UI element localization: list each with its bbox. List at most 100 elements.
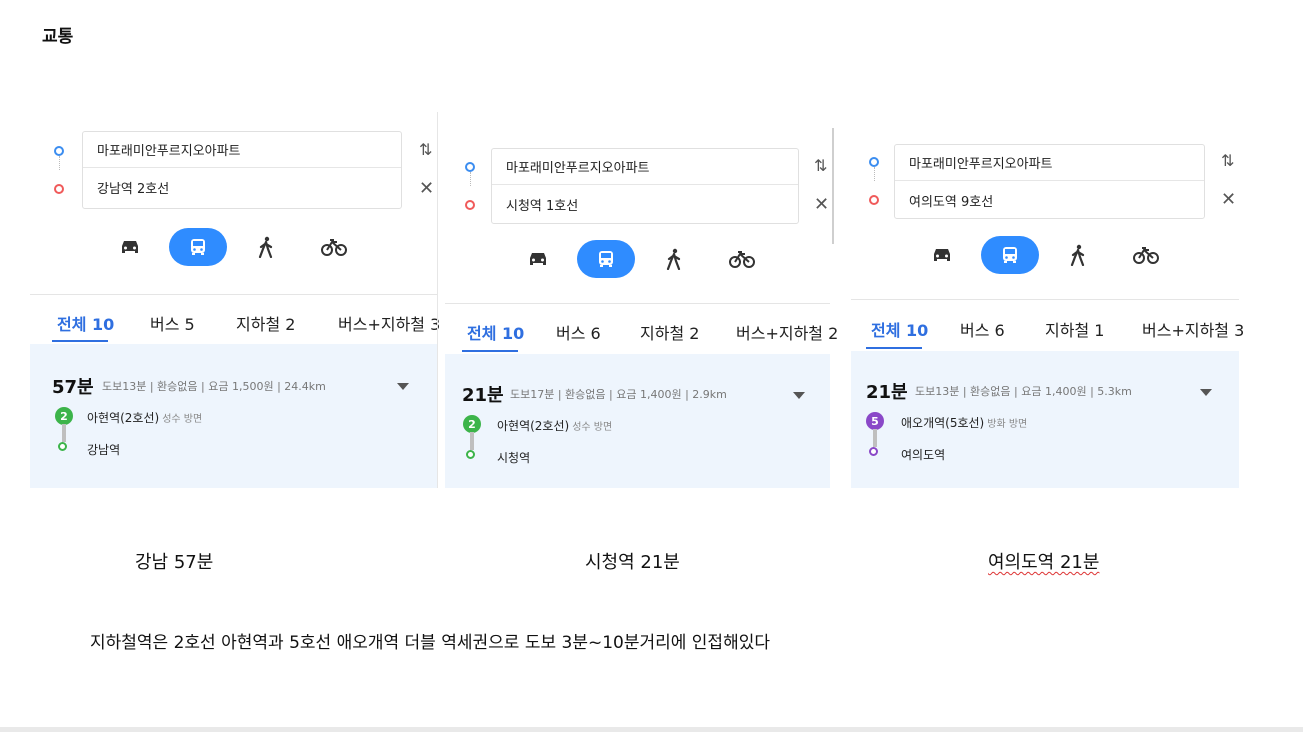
origin-dot-icon bbox=[54, 146, 64, 156]
car-mode-button[interactable] bbox=[101, 228, 159, 266]
swap-arrows-icon[interactable]: ⇅ bbox=[419, 142, 432, 158]
walk-mode-button[interactable] bbox=[645, 240, 703, 278]
alight-dot-icon bbox=[869, 447, 878, 456]
close-icon[interactable]: ✕ bbox=[419, 180, 434, 198]
bike-icon bbox=[729, 251, 755, 268]
bike-mode-button[interactable] bbox=[305, 228, 363, 266]
car-mode-button[interactable] bbox=[509, 240, 567, 278]
bus-icon bbox=[599, 251, 613, 267]
expand-caret-icon[interactable] bbox=[793, 392, 805, 399]
walk-mode-button[interactable] bbox=[1049, 236, 1107, 274]
bike-icon bbox=[1133, 247, 1159, 264]
swap-arrows-icon[interactable]: ⇅ bbox=[814, 158, 827, 174]
direction: 성수 방면 bbox=[162, 414, 203, 425]
travel-time: 57분 bbox=[52, 377, 94, 398]
line-badge: 2 bbox=[463, 415, 481, 433]
panel-divider bbox=[437, 112, 438, 488]
alight-station: 시청역 bbox=[497, 451, 531, 465]
destination-input[interactable]: 시청역 1호선 bbox=[492, 186, 798, 222]
tab-active-underline bbox=[866, 347, 922, 349]
bus-mode-button[interactable] bbox=[577, 240, 635, 278]
route-meta: 도보13분 | 환승없음 | 요금 1,500원 | 24.4km bbox=[102, 380, 326, 393]
bus-mode-button[interactable] bbox=[981, 236, 1039, 274]
route-result-card[interactable]: 21분 도보13분 | 환승없음 | 요금 1,400원 | 5.3km 5 애… bbox=[851, 351, 1239, 488]
page-title: 교통 bbox=[42, 27, 74, 47]
route-meta: 도보13분 | 환승없음 | 요금 1,400원 | 5.3km bbox=[915, 385, 1132, 398]
walk-icon bbox=[666, 248, 681, 270]
travel-time: 21분 bbox=[462, 385, 504, 406]
tab-active-underline bbox=[462, 350, 518, 352]
alight-station: 강남역 bbox=[87, 443, 121, 457]
bike-mode-button[interactable] bbox=[713, 240, 771, 278]
origin-input[interactable]: 마포래미안푸르지오아파트 bbox=[895, 145, 1204, 181]
direction: 방화 방면 bbox=[987, 419, 1028, 430]
car-icon bbox=[122, 241, 138, 253]
tab-bus-subway[interactable]: 버스+지하철 3 bbox=[338, 311, 440, 335]
route-result-card[interactable]: 21분 도보17분 | 환승없음 | 요금 1,400원 | 2.9km 2 아… bbox=[445, 354, 830, 488]
expand-caret-icon[interactable] bbox=[1200, 389, 1212, 396]
bus-mode-button[interactable] bbox=[169, 228, 227, 266]
tab-all[interactable]: 전체 10 bbox=[57, 311, 114, 335]
bike-icon bbox=[321, 239, 347, 256]
car-icon bbox=[530, 253, 546, 265]
transport-mode-selector bbox=[101, 228, 373, 266]
tab-bus-subway[interactable]: 버스+지하철 2 bbox=[736, 320, 838, 344]
tab-active-underline bbox=[52, 340, 108, 342]
route-panel-gangnam: 마포래미안푸르지오아파트 강남역 2호선 ⇅ ✕ 전체 10 버스 5 지하철 … bbox=[30, 112, 440, 488]
transport-mode-selector bbox=[913, 236, 1185, 274]
close-icon[interactable]: ✕ bbox=[1221, 191, 1236, 209]
line-stem bbox=[470, 432, 474, 450]
tab-all[interactable]: 전체 10 bbox=[871, 317, 928, 341]
line-stem bbox=[873, 429, 877, 447]
origin-dot-icon bbox=[869, 157, 879, 167]
destination-input[interactable]: 강남역 2호선 bbox=[83, 169, 401, 205]
caption-cityhall: 시청역 21분 bbox=[585, 552, 680, 573]
board-station-name: 애오개역(5호선) bbox=[901, 416, 985, 430]
destination-dot-icon bbox=[869, 195, 879, 205]
tab-bus[interactable]: 버스 6 bbox=[556, 320, 601, 344]
route-result-card[interactable]: 57분 도보13분 | 환승없음 | 요금 1,500원 | 24.4km 2 … bbox=[30, 344, 438, 488]
line-stem bbox=[62, 424, 66, 442]
route-input-box: 마포래미안푸르지오아파트 시청역 1호선 bbox=[491, 148, 799, 224]
board-station-name: 아현역(2호선) bbox=[497, 419, 570, 433]
panel-divider bbox=[832, 128, 834, 244]
origin-input[interactable]: 마포래미안푸르지오아파트 bbox=[83, 132, 401, 168]
tab-bus-subway[interactable]: 버스+지하철 3 bbox=[1142, 317, 1244, 341]
bottom-rule bbox=[0, 727, 1303, 732]
board-station: 아현역(2호선) 성수 방면 bbox=[497, 417, 612, 434]
bus-icon bbox=[191, 239, 205, 255]
tab-separator bbox=[30, 294, 438, 295]
route-dotted-line bbox=[470, 172, 471, 186]
tab-separator bbox=[851, 299, 1239, 300]
alight-dot-icon bbox=[58, 442, 67, 451]
tab-subway[interactable]: 지하철 2 bbox=[640, 320, 699, 344]
tab-bus[interactable]: 버스 6 bbox=[960, 317, 1005, 341]
swap-arrows-icon[interactable]: ⇅ bbox=[1221, 153, 1234, 169]
bike-mode-button[interactable] bbox=[1117, 236, 1175, 274]
expand-caret-icon[interactable] bbox=[397, 383, 409, 390]
route-input-box: 마포래미안푸르지오아파트 여의도역 9호선 bbox=[894, 144, 1205, 219]
car-mode-button[interactable] bbox=[913, 236, 971, 274]
caption-gangnam: 강남 57분 bbox=[135, 552, 214, 573]
route-input-box: 마포래미안푸르지오아파트 강남역 2호선 bbox=[82, 131, 402, 209]
tab-subway[interactable]: 지하철 2 bbox=[236, 311, 295, 335]
travel-time: 21분 bbox=[866, 382, 908, 403]
destination-input[interactable]: 여의도역 9호선 bbox=[895, 182, 1204, 218]
walk-icon bbox=[258, 236, 273, 258]
car-icon bbox=[934, 249, 950, 261]
tab-all[interactable]: 전체 10 bbox=[467, 320, 524, 344]
route-dotted-line bbox=[874, 167, 875, 181]
summary-text: 지하철역은 2호선 아현역과 5호선 애오개역 더블 역세권으로 도보 3분~1… bbox=[90, 633, 770, 653]
line-badge: 5 bbox=[866, 412, 884, 430]
line-badge: 2 bbox=[55, 407, 73, 425]
tab-bus[interactable]: 버스 5 bbox=[150, 311, 195, 335]
close-icon[interactable]: ✕ bbox=[814, 196, 829, 214]
board-station: 애오개역(5호선) 방화 방면 bbox=[901, 414, 1027, 431]
destination-dot-icon bbox=[54, 184, 64, 194]
transport-mode-selector bbox=[509, 240, 781, 278]
caption-yeouido: 여의도역 21분 bbox=[988, 552, 1100, 573]
alight-station: 여의도역 bbox=[901, 448, 946, 462]
walk-mode-button[interactable] bbox=[237, 228, 295, 266]
origin-input[interactable]: 마포래미안푸르지오아파트 bbox=[492, 149, 798, 185]
tab-subway[interactable]: 지하철 1 bbox=[1045, 317, 1104, 341]
